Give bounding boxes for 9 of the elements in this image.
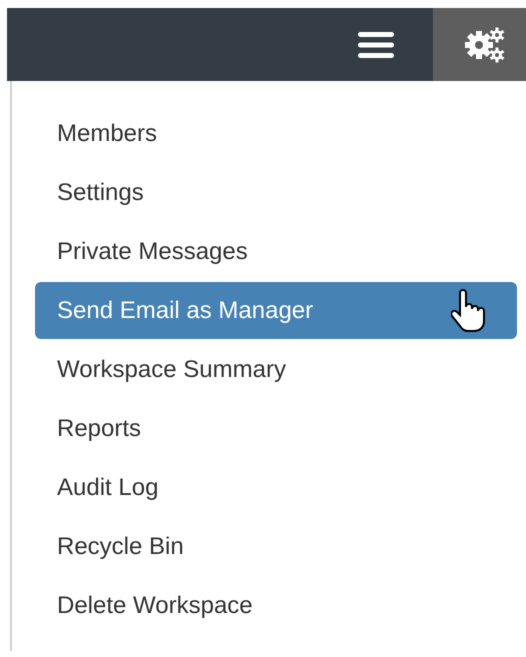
menu-item[interactable]: Private Messages [35, 223, 517, 280]
menu-item[interactable]: Reports [35, 400, 517, 457]
menu-item[interactable]: Recycle Bin [35, 518, 517, 575]
menu-item[interactable]: Audit Log [35, 459, 517, 516]
menu-item[interactable]: Settings [35, 164, 517, 221]
menu-item[interactable]: Workspace Summary [35, 341, 517, 398]
menu-item[interactable]: Send Email as Manager [35, 282, 517, 339]
menu-item[interactable]: Members [35, 105, 517, 162]
menu-item[interactable]: Delete Workspace [35, 577, 517, 634]
